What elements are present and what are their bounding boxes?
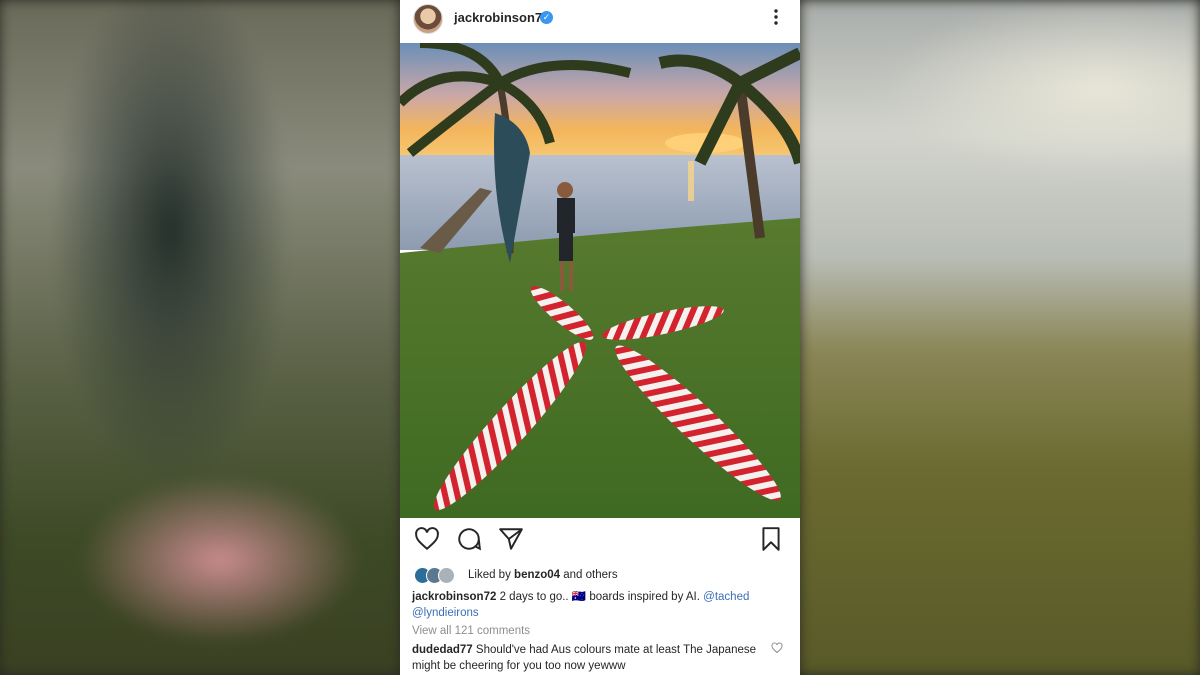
heart-icon[interactable] [414,526,440,552]
avatar[interactable] [413,4,443,34]
liker-avatars [414,567,462,584]
likes-row[interactable]: Liked by benzo04 and others [414,566,794,584]
likes-suffix: and others [563,569,618,581]
post-caption: jackrobinson72 2 days to go.. 🇦🇺 boards … [412,589,772,621]
instagram-post: jackrobinson72 ✓ Liked by benzo04 and ot… [400,0,800,675]
more-vertical-icon[interactable] [768,7,784,27]
mention-lyndieirons[interactable]: @lyndieirons [412,607,479,619]
likes-user[interactable]: benzo04 [514,569,560,581]
comment-username[interactable]: dudedad77 [412,644,473,656]
caption-text: 2 days to go.. [499,591,569,603]
mention-tached[interactable]: @tached [703,591,749,603]
verified-badge-icon: ✓ [540,11,553,24]
comment-icon[interactable] [456,526,482,552]
send-icon[interactable] [498,526,524,552]
post-username[interactable]: jackrobinson72 [454,10,549,25]
blurred-background-left [0,0,400,675]
post-photo[interactable] [400,43,800,518]
flag-icon: 🇦🇺 [571,591,587,603]
blurred-background-right [800,0,1200,675]
bookmark-icon[interactable] [758,526,784,552]
post-actions [400,526,800,556]
comment-like-heart-icon[interactable] [771,642,783,654]
caption-text-2: boards inspired by AI. [589,591,700,603]
post-header: jackrobinson72 ✓ [400,0,800,43]
view-all-comments-link[interactable]: View all 121 comments [412,625,530,637]
photo-scene [400,43,800,518]
comment-item: dudedad77 Should've had Aus colours mate… [412,642,762,674]
likes-prefix: Liked by [468,569,511,581]
caption-username[interactable]: jackrobinson72 [412,591,496,603]
